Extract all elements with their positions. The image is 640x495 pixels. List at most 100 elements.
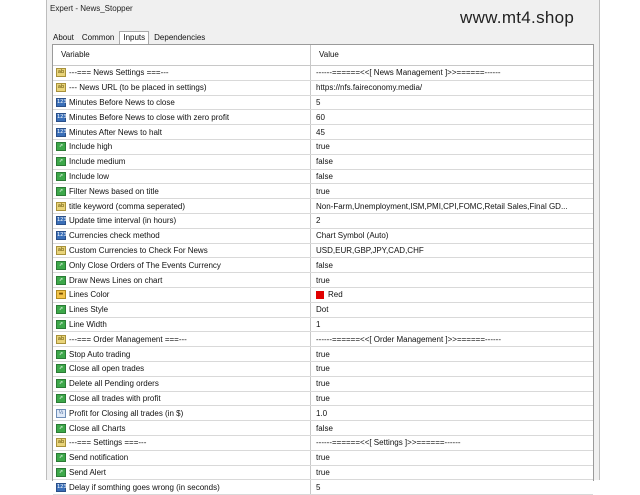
table-row[interactable]: ▬ Lines Color Red <box>53 287 593 303</box>
table-row[interactable]: ⇗ Include high true <box>53 139 593 155</box>
variable-cell: ab ---=== Order Management ===--- <box>53 332 311 347</box>
column-header-value[interactable]: Value <box>311 45 593 65</box>
variable-name: Custom Currencies to Check For News <box>69 245 208 255</box>
variable-name: Minutes After News to halt <box>69 127 162 137</box>
value-cell[interactable]: false <box>311 421 593 435</box>
variable-cell: ⇗ Close all Charts <box>53 421 311 435</box>
table-row[interactable]: ⇗ Lines Style Dot <box>53 302 593 318</box>
value-cell[interactable]: Non-Farm,Unemployment,ISM,PMI,CPI,FOMC,R… <box>311 199 593 213</box>
variable-cell: 123 Currencies check method <box>53 228 311 243</box>
value-cell[interactable]: Dot <box>311 303 593 317</box>
boolean-type-icon: ⇗ <box>56 305 66 315</box>
tab-common[interactable]: Common <box>79 31 117 44</box>
value-cell[interactable]: USD,EUR,GBP,JPY,CAD,CHF <box>311 244 593 258</box>
variable-cell: ⇗ Line Width <box>53 317 311 332</box>
value-cell[interactable]: true <box>311 273 593 287</box>
tab-about[interactable]: About <box>50 31 77 44</box>
value-cell[interactable]: Red <box>311 288 593 302</box>
table-row[interactable]: 123 Currencies check method Chart Symbol (… <box>53 228 593 244</box>
table-row[interactable]: ⇗ Stop Auto trading true <box>53 347 593 362</box>
value-cell[interactable]: true <box>311 347 593 361</box>
table-row[interactable]: ⇗ Include low false <box>53 169 593 185</box>
variable-cell: ab Custom Currencies to Check For News <box>53 243 311 258</box>
table-row[interactable]: ⇗ Include medium false <box>53 154 593 170</box>
boolean-type-icon: ⇗ <box>56 260 66 270</box>
variable-name: Include high <box>69 142 113 152</box>
value-cell[interactable]: true <box>311 392 593 406</box>
table-row[interactable]: ⇗ Delete all Pending orders true <box>53 376 593 392</box>
variable-cell: ⇗ Draw News Lines on chart <box>53 273 311 287</box>
value-cell[interactable]: true <box>311 140 593 154</box>
table-row[interactable]: 123 Delay if somthing goes wrong (in seco… <box>53 480 593 495</box>
value-cell[interactable]: 5 <box>311 96 593 110</box>
value-cell[interactable]: 2 <box>311 214 593 228</box>
table-row[interactable]: ⇗ Close all trades with profit true <box>53 391 593 407</box>
variable-name: Profit for Closing all trades (in $) <box>69 408 184 418</box>
column-header-variable[interactable]: Variable <box>53 45 311 65</box>
table-row[interactable]: ⇗ Draw News Lines on chart true <box>53 273 593 288</box>
value-cell[interactable]: true <box>311 451 593 465</box>
value-cell[interactable]: true <box>311 466 593 480</box>
table-row[interactable]: ⇗ Only Close Orders of The Events Currenc… <box>53 258 593 274</box>
boolean-type-icon: ⇗ <box>56 453 66 463</box>
value-cell[interactable]: 45 <box>311 125 593 139</box>
string-type-icon: ab <box>56 245 66 255</box>
value-cell[interactable]: true <box>311 377 593 391</box>
table-row[interactable]: 123 Minutes After News to halt 45 <box>53 125 593 140</box>
table-row[interactable]: ab ---=== Settings ===--- ------======<<[ … <box>53 435 593 451</box>
tab-bar: About Common Inputs Dependencies <box>50 28 210 45</box>
table-row[interactable]: ab ---=== News Settings ===--- ------=====… <box>53 66 593 81</box>
color-type-icon: ▬ <box>56 290 66 300</box>
string-type-icon: ab <box>56 334 66 344</box>
table-row[interactable]: ⇗ Line Width 1 <box>53 317 593 333</box>
value-cell[interactable]: 1.0 <box>311 406 593 420</box>
table-row[interactable]: 123 Minutes Before News to close with zer… <box>53 110 593 126</box>
value-cell[interactable]: 60 <box>311 110 593 124</box>
table-row[interactable]: ⇗ Send notification true <box>53 450 593 466</box>
tab-dependencies[interactable]: Dependencies <box>151 31 208 44</box>
tab-inputs[interactable]: Inputs <box>119 31 150 45</box>
double-type-icon: ½ <box>56 408 66 418</box>
table-row[interactable]: ab title keyword (comma seperated) Non-Far… <box>53 199 593 214</box>
boolean-type-icon: ⇗ <box>56 275 66 285</box>
table-row[interactable]: ab ---=== Order Management ===--- ------==… <box>53 332 593 348</box>
value-cell[interactable]: ------======<<[ News Management ]>>=====… <box>311 66 593 80</box>
value-cell[interactable]: ------======<<[ Order Management ]>>====… <box>311 332 593 346</box>
variable-name: Delete all Pending orders <box>69 379 159 389</box>
value-cell[interactable]: Chart Symbol (Auto) <box>311 229 593 243</box>
table-row[interactable]: 123 Minutes Before News to close 5 <box>53 95 593 111</box>
table-row[interactable]: ⇗ Close all Charts false <box>53 421 593 436</box>
integer-type-icon: 123 <box>56 216 67 226</box>
value-cell[interactable]: https://nfs.faireconomy.media/ <box>311 81 593 95</box>
boolean-type-icon: ⇗ <box>56 142 66 152</box>
variable-name: Close all Charts <box>69 423 126 433</box>
value-cell[interactable]: false <box>311 258 593 272</box>
variable-cell: ½ Profit for Closing all trades (in $) <box>53 406 311 421</box>
value-cell[interactable]: ------======<<[ Settings ]>>======------ <box>311 436 593 450</box>
value-cell[interactable]: false <box>311 155 593 169</box>
table-row[interactable]: ab Custom Currencies to Check For News USD… <box>53 243 593 259</box>
variable-value: 60 <box>316 112 325 122</box>
integer-type-icon: 123 <box>56 112 67 122</box>
table-row[interactable]: 123 Update time interval (in hours) 2 <box>53 213 593 229</box>
table-row[interactable]: ab --- News URL (to be placed in settings… <box>53 80 593 96</box>
variable-name: Close all open trades <box>69 364 145 374</box>
table-row[interactable]: ⇗ Close all open trades true <box>53 361 593 377</box>
table-row[interactable]: ½ Profit for Closing all trades (in $) 1.0 <box>53 406 593 422</box>
variable-name: Include medium <box>69 157 126 167</box>
string-type-icon: ab <box>56 438 66 448</box>
value-cell[interactable]: 1 <box>311 318 593 332</box>
variable-name: title keyword (comma seperated) <box>69 201 186 211</box>
table-row[interactable]: ⇗ Filter News based on title true <box>53 184 593 200</box>
value-cell[interactable]: true <box>311 184 593 198</box>
value-cell[interactable]: true <box>311 362 593 376</box>
integer-type-icon: 123 <box>56 97 67 107</box>
value-cell[interactable]: 5 <box>311 480 593 494</box>
variable-value: true <box>316 379 330 389</box>
value-cell[interactable]: false <box>311 170 593 184</box>
variable-value: 1 <box>316 319 321 329</box>
table-row[interactable]: ⇗ Send Alert true <box>53 465 593 481</box>
boolean-type-icon: ⇗ <box>56 393 66 403</box>
string-type-icon: ab <box>56 83 66 93</box>
variable-cell: ⇗ Include high <box>53 139 311 154</box>
